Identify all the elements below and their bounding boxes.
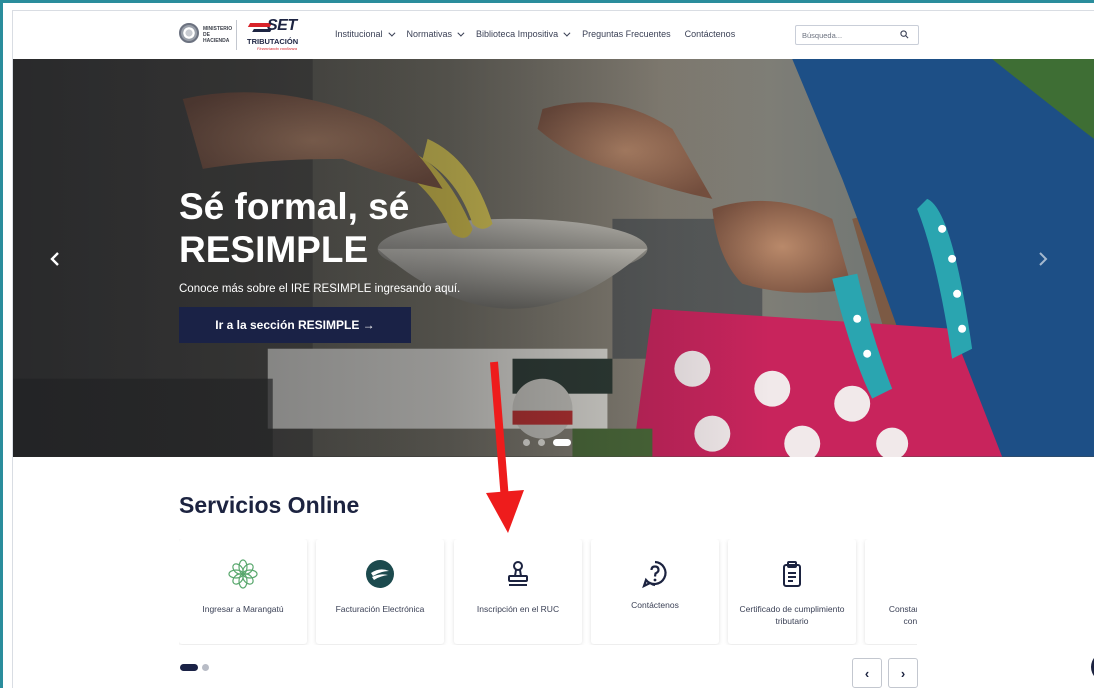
chevron-right-icon[interactable] (1033, 249, 1053, 269)
hero-slide-indicators (523, 439, 571, 446)
service-card-facturacion[interactable]: Facturación Electrónica (316, 539, 444, 644)
hero-carousel: Sé formal, sé RESIMPLE Conoce más sobre … (13, 59, 1094, 457)
search-box (795, 25, 919, 45)
chevron-down-icon (457, 29, 465, 37)
nav-preguntas-frecuentes[interactable]: Preguntas Frecuentes (582, 29, 671, 39)
service-card-contactenos[interactable]: Contáctenos (591, 539, 719, 644)
clipboard-icon (783, 561, 801, 587)
ministry-seal-icon[interactable] (179, 23, 199, 43)
screenshot-frame: MINISTERIO DE HACIENDA SET TRIBUTACIÓN F… (0, 0, 1094, 688)
nav-label: Institucional (335, 29, 383, 39)
services-prev-button[interactable]: ‹ (852, 658, 882, 688)
service-card-constancia[interactable]: Constancia de no ser contribuyente (865, 539, 917, 644)
slide-dot[interactable] (523, 439, 530, 446)
chevron-down-icon (387, 29, 395, 37)
slide-dot-active[interactable] (553, 439, 571, 446)
nav-label: Preguntas Frecuentes (582, 29, 671, 39)
search-input[interactable] (802, 29, 892, 41)
service-card-label: Inscripción en el RUC (476, 604, 560, 614)
nav-normativas[interactable]: Normativas (406, 29, 465, 39)
service-card-label: Facturación Electrónica (335, 604, 425, 614)
ministry-logo-text: MINISTERIO DE HACIENDA (203, 26, 233, 44)
nav-label: Normativas (406, 29, 453, 39)
service-card-inscripcion-ruc[interactable]: Inscripción en el RUC (454, 539, 582, 644)
question-circle-icon (642, 560, 667, 589)
facturacion-logo-icon (366, 560, 394, 588)
ministry-name: MINISTERIO DE HACIENDA (203, 26, 233, 44)
chevron-left-icon[interactable] (45, 249, 65, 269)
chevron-right-icon: › (900, 665, 906, 681)
hero-title: Sé formal, sé RESIMPLE (179, 186, 410, 270)
marangatu-flower-icon (228, 559, 258, 589)
hero-overlay (13, 59, 1094, 457)
services-carousel: Ingresar a Marangatú Facturación Electró… (179, 539, 917, 645)
slide-dot[interactable] (538, 439, 545, 446)
nav-label: Contáctenos (684, 29, 736, 39)
nav-biblioteca-impositiva[interactable]: Biblioteca Impositiva (476, 29, 571, 39)
service-card-label: Contáctenos (631, 600, 679, 610)
resimple-section-button[interactable]: Ir a la sección RESIMPLE → (179, 307, 411, 343)
logo-divider (236, 20, 237, 50)
nav-institucional[interactable]: Institucional (335, 29, 395, 39)
nav-label: Biblioteca Impositiva (476, 29, 559, 39)
services-next-button[interactable]: › (888, 658, 918, 688)
logo-brand: SET (267, 17, 297, 34)
logo-slogan: Financiando confianza (257, 46, 298, 51)
service-card-marangatu[interactable]: Ingresar a Marangatú (179, 539, 307, 644)
page-dot-active[interactable] (180, 664, 198, 671)
document-icon (914, 559, 917, 589)
search-icon[interactable] (900, 30, 909, 39)
services-title: Servicios Online (179, 492, 360, 518)
chevron-left-icon: ‹ (864, 665, 870, 681)
page-dot[interactable] (202, 664, 209, 671)
service-card-label: Certificado de cumplimiento tributario (739, 604, 845, 626)
services-page-indicators (180, 664, 209, 671)
browser-viewport: MINISTERIO DE HACIENDA SET TRIBUTACIÓN F… (12, 10, 1094, 688)
nav-contactenos[interactable]: Contáctenos (685, 29, 736, 39)
site-header: MINISTERIO DE HACIENDA SET TRIBUTACIÓN F… (13, 11, 1094, 59)
resimple-button-label: Ir a la sección RESIMPLE → (215, 318, 375, 332)
service-card-label: Ingresar a Marangatú (202, 604, 284, 614)
set-logo[interactable]: SET TRIBUTACIÓN Financiando confianza (247, 17, 307, 51)
main-nav: Institucional Normativas Biblioteca Impo… (335, 29, 735, 39)
hero-subtitle[interactable]: Conoce más sobre el IRE RESIMPLE ingresa… (179, 283, 460, 295)
logo-tributacion: TRIBUTACIÓN (247, 37, 299, 46)
service-card-certificado[interactable]: Certificado de cumplimiento tributario (728, 539, 856, 644)
service-card-label: Constancia de no ser contribuyente (888, 604, 917, 626)
chevron-down-icon (563, 29, 571, 37)
stamp-icon (508, 561, 528, 586)
